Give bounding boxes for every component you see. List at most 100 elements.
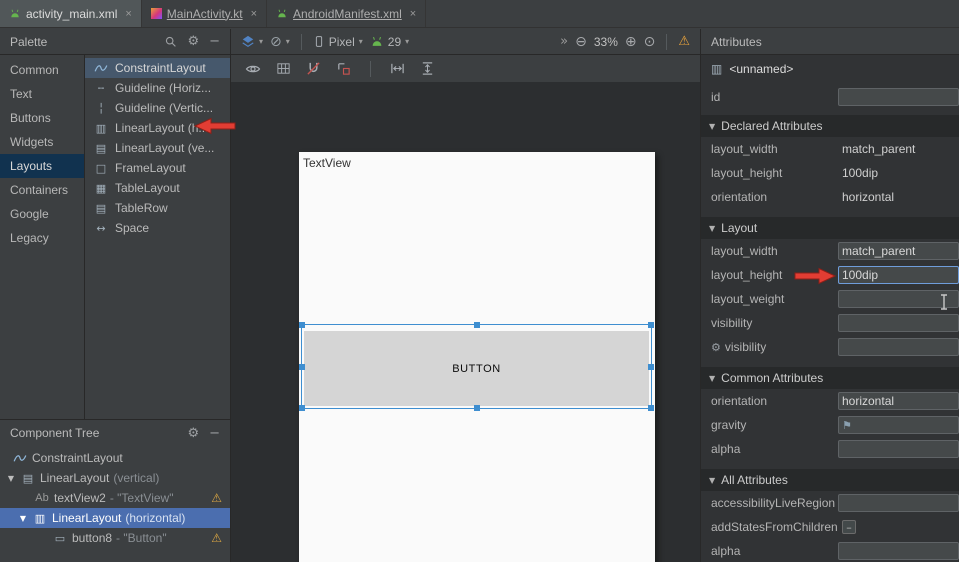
chevron-down-icon: ▾ (359, 37, 363, 46)
gear-icon[interactable]: ⚙ (187, 427, 199, 440)
button-widget[interactable]: BUTTON (304, 331, 649, 406)
palette-category-common[interactable]: Common (0, 58, 84, 82)
device-screen[interactable]: TextView BUTTON (299, 152, 655, 562)
section-layout[interactable]: ▼ Layout (701, 217, 959, 239)
palette-item-linearlayout-horizontal[interactable]: ▥ LinearLayout (h... (85, 118, 230, 138)
palette-category-containers[interactable]: Containers (0, 178, 84, 202)
device-selector[interactable]: Pixel ▾ (313, 34, 363, 49)
palette-item-framelayout[interactable]: □ FrameLayout (85, 158, 230, 178)
zoom-fit-button[interactable]: ⊙ (644, 34, 656, 50)
collapse-arrow-icon[interactable]: ▼ (18, 514, 28, 523)
collapse-arrow-icon: ▼ (709, 476, 715, 485)
palette-item-tablerow[interactable]: ▤ TableRow (85, 198, 230, 218)
palette-item-guideline-vertical[interactable]: ╎ Guideline (Vertic... (85, 98, 230, 118)
view-options-eye-icon[interactable] (245, 61, 261, 77)
layout-width-field[interactable]: match_parent (838, 242, 959, 260)
selection-handle[interactable] (648, 322, 654, 328)
minimize-icon[interactable]: − (209, 427, 220, 440)
tree-node-linearlayout-vertical[interactable]: ▼ ▤ LinearLayout(vertical) (0, 468, 230, 488)
selection-handle[interactable] (648, 364, 654, 370)
grid-icon[interactable] (276, 61, 291, 76)
minimize-icon[interactable]: − (209, 35, 220, 48)
attr-row-orientation[interactable]: orientation horizontal (701, 185, 959, 209)
palette-category-buttons[interactable]: Buttons (0, 106, 84, 130)
selection-handle[interactable] (474, 405, 480, 411)
toolbar-overflow-icon[interactable]: » (560, 34, 568, 49)
collapse-arrow-icon: ▼ (709, 122, 715, 131)
textview-widget[interactable]: TextView (303, 156, 351, 170)
tree-node-button8[interactable]: ▭ button8- "Button" ⚠ (0, 528, 230, 548)
section-title: Layout (721, 221, 757, 235)
linearlayout-vertical-icon: ▤ (20, 472, 36, 485)
layout-weight-field[interactable] (838, 290, 959, 308)
attr-row-layout-width[interactable]: layout_width match_parent (701, 137, 959, 161)
expand-vertical-icon[interactable] (420, 61, 435, 76)
addstatesfromchildren-checkbox[interactable]: – (842, 520, 856, 534)
collapse-arrow-icon[interactable]: ▼ (6, 474, 16, 483)
alpha-field[interactable] (838, 440, 959, 458)
design-canvas[interactable]: TextView BUTTON (231, 82, 700, 562)
tab-activity-main-xml[interactable]: activity_main.xml × (0, 0, 142, 27)
palette-category-text[interactable]: Text (0, 82, 84, 106)
blueprint-mode-button[interactable]: ⊘ ▾ (270, 34, 290, 50)
palette-category-layouts[interactable]: Layouts (0, 154, 84, 178)
selection-handle[interactable] (299, 364, 305, 370)
design-mode-button[interactable]: ▾ (241, 35, 263, 49)
id-field[interactable] (838, 88, 959, 106)
orientation-field[interactable]: horizontal (838, 392, 959, 410)
tree-node-textview2[interactable]: Ab textView2- "TextView" ⚠ (0, 488, 230, 508)
gear-icon[interactable]: ⚙ (187, 35, 199, 48)
warning-icon[interactable]: ⚠ (211, 531, 222, 545)
tab-label: MainActivity.kt (167, 7, 243, 21)
collapse-arrow-icon: ▼ (709, 224, 715, 233)
zoom-in-button[interactable]: ⊕ (625, 34, 637, 50)
palette-item-label: FrameLayout (115, 161, 186, 175)
zoom-out-button[interactable]: ⊖ (575, 34, 587, 50)
default-margins-icon[interactable] (336, 61, 351, 76)
palette-category-widgets[interactable]: Widgets (0, 130, 84, 154)
accessibilityliveregion-field[interactable] (838, 494, 959, 512)
palette-item-space[interactable]: ↔ Space (85, 218, 230, 238)
selected-component-name: <unnamed> (729, 62, 793, 76)
palette-category-list: Common Text Buttons Widgets Layouts Cont… (0, 55, 85, 419)
component-tree: ConstraintLayout ▼ ▤ LinearLayout(vertic… (0, 446, 230, 562)
tools-visibility-field[interactable] (838, 338, 959, 356)
palette-category-legacy[interactable]: Legacy (0, 226, 84, 250)
linearlayout-horizontal-icon: ▥ (32, 512, 48, 525)
gravity-field[interactable]: ⚑ (838, 416, 959, 434)
tab-androidmanifest-xml[interactable]: AndroidManifest.xml × (267, 0, 426, 27)
blueprint-icon: ⊘ (270, 34, 282, 50)
magnet-off-icon[interactable] (306, 61, 321, 76)
close-icon[interactable]: × (410, 8, 416, 20)
section-all-attributes[interactable]: ▼ All Attributes (701, 469, 959, 491)
search-icon[interactable] (164, 35, 177, 48)
attr-row-layout-height[interactable]: layout_height 100dip (701, 161, 959, 185)
tree-node-label: LinearLayout (40, 471, 109, 485)
palette-category-google[interactable]: Google (0, 202, 84, 226)
api-selector[interactable]: 29 ▾ (370, 35, 409, 49)
section-declared-attributes[interactable]: ▼ Declared Attributes (701, 115, 959, 137)
tab-mainactivity-kt[interactable]: MainActivity.kt × (142, 0, 267, 27)
section-common-attributes[interactable]: ▼ Common Attributes (701, 367, 959, 389)
palette-item-linearlayout-vertical[interactable]: ▤ LinearLayout (ve... (85, 138, 230, 158)
tab-label: AndroidManifest.xml (293, 7, 402, 21)
tree-node-linearlayout-horizontal[interactable]: ▼ ▥ LinearLayout(horizontal) (0, 508, 230, 528)
warnings-button[interactable]: ⚠ (678, 34, 690, 49)
selection-handle[interactable] (648, 405, 654, 411)
selection-handle[interactable] (299, 405, 305, 411)
visibility-field[interactable] (838, 314, 959, 332)
pack-horizontal-icon[interactable] (390, 61, 405, 76)
close-icon[interactable]: × (125, 8, 131, 20)
layout-height-field[interactable]: 100dip (838, 266, 959, 284)
palette-item-tablelayout[interactable]: ▦ TableLayout (85, 178, 230, 198)
close-icon[interactable]: × (251, 8, 257, 20)
selected-linearlayout-bounds[interactable]: BUTTON (301, 324, 652, 409)
palette-body: Common Text Buttons Widgets Layouts Cont… (0, 55, 230, 419)
palette-item-constraintlayout[interactable]: ConstraintLayout (85, 58, 230, 78)
selection-handle[interactable] (299, 322, 305, 328)
palette-item-guideline-horizontal[interactable]: ╌ Guideline (Horiz... (85, 78, 230, 98)
selection-handle[interactable] (474, 322, 480, 328)
alpha-field[interactable] (838, 542, 959, 560)
tree-node-constraintlayout[interactable]: ConstraintLayout (0, 448, 230, 468)
warning-icon[interactable]: ⚠ (211, 491, 222, 505)
